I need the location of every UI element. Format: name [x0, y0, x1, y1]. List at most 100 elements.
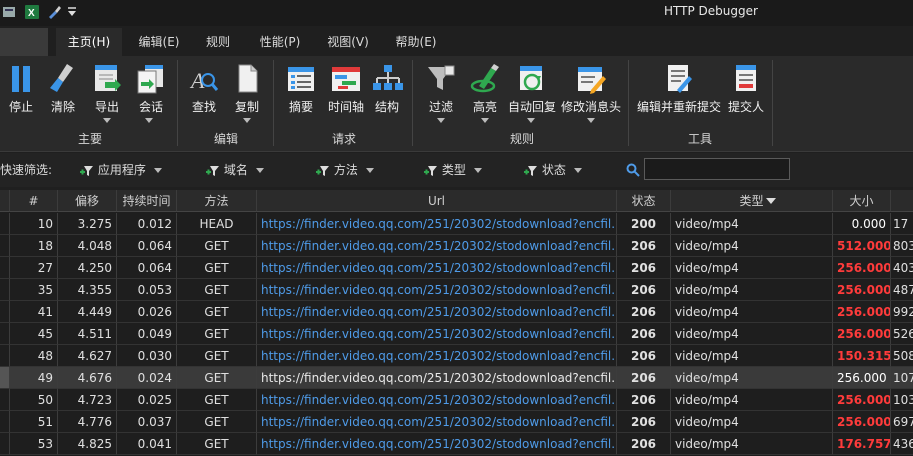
filter-method-dropdown[interactable]: 方法	[316, 161, 374, 178]
cell-method: GET	[177, 323, 257, 345]
col-header-size[interactable]: 大小	[833, 190, 891, 212]
tab-view[interactable]: 视图(V)	[320, 28, 376, 56]
highlight-icon	[470, 64, 499, 93]
ribbon: 停止 清除 导出 会话 主要 A 查找 复制 编辑 摘要 时间轴 结构 请求 过…	[0, 56, 913, 152]
modify-header-button[interactable]: 修改消息头	[560, 62, 622, 115]
filter-type-dropdown[interactable]: 类型	[424, 161, 482, 178]
row-indicator	[0, 411, 10, 433]
cell-num: 18	[10, 235, 58, 257]
copy-icon	[238, 64, 258, 93]
auto-reply-button[interactable]: 自动回复	[506, 62, 558, 115]
col-header-offset[interactable]: 偏移	[58, 190, 117, 212]
export-dropdown-icon[interactable]	[103, 118, 111, 123]
highlight-button[interactable]: 高亮	[468, 62, 502, 115]
filter-domain-label: 域名	[223, 163, 248, 177]
tab-help[interactable]: 帮助(E)	[388, 28, 444, 56]
cell-type: video/mp4	[671, 235, 833, 257]
row-indicator	[0, 323, 10, 345]
menu-left-block	[0, 28, 48, 56]
table-row[interactable]: 50 4.723 0.025 GET https://finder.video.qq.c…	[0, 389, 913, 411]
col-header-duration[interactable]: 持续时间	[117, 190, 177, 212]
row-indicator	[0, 389, 10, 411]
tab-edit[interactable]: 编辑(E)	[132, 28, 186, 56]
session-button[interactable]: 会话	[134, 62, 168, 115]
cell-url[interactable]: https://finder.video.qq.com/251/20302/st…	[257, 323, 617, 345]
col-header-status[interactable]: 状态	[617, 190, 671, 212]
cell-url[interactable]: https://finder.video.qq.com/251/20302/st…	[257, 301, 617, 323]
highlight-dropdown-icon[interactable]	[481, 118, 489, 123]
submitter-button[interactable]: 提交人	[726, 62, 766, 115]
cell-url[interactable]: https://finder.video.qq.com/251/20302/st…	[257, 345, 617, 367]
timeline-button[interactable]: 时间轴	[324, 62, 368, 115]
table-row[interactable]: 10 3.275 0.012 HEAD https://finder.video.qq.…	[0, 213, 913, 235]
cell-offset: 4.449	[58, 301, 117, 323]
auto-reply-dropdown-icon[interactable]	[527, 118, 535, 123]
auto-reply-icon	[520, 66, 542, 91]
brush-icon[interactable]	[46, 4, 62, 20]
cell-url[interactable]: https://finder.video.qq.com/251/20302/st…	[257, 433, 617, 455]
tab-performance[interactable]: 性能(P)	[250, 28, 310, 56]
group-label-tools: 工具	[687, 132, 712, 146]
cell-url[interactable]: https://finder.video.qq.com/251/20302/st…	[257, 235, 617, 257]
edit-resubmit-button[interactable]: 编辑并重新提交	[636, 62, 722, 115]
cell-method: GET	[177, 367, 257, 389]
find-icon: A	[189, 68, 219, 93]
cell-duration: 0.025	[117, 389, 177, 411]
clear-button[interactable]: 清除	[46, 62, 80, 115]
modify-header-dropdown-icon[interactable]	[587, 118, 595, 123]
col-header-type[interactable]: 类型	[671, 190, 833, 212]
table-row[interactable]: 53 4.825 0.041 GET https://finder.video.qq.c…	[0, 433, 913, 455]
col-header-num[interactable]: #	[10, 190, 58, 212]
summary-button[interactable]: 摘要	[284, 62, 318, 115]
cell-url[interactable]: https://finder.video.qq.com/251/20302/st…	[257, 389, 617, 411]
filter-domain-dropdown[interactable]: 域名	[206, 161, 264, 178]
row-indicator	[0, 279, 10, 301]
tab-rules[interactable]: 规则	[196, 28, 240, 56]
excel-icon[interactable]: X	[24, 4, 40, 20]
export-button[interactable]: 导出	[90, 62, 124, 115]
export-icon	[95, 65, 121, 91]
table-row[interactable]: 48 4.627 0.030 GET https://finder.video.qq.c…	[0, 345, 913, 367]
cell-duration: 0.049	[117, 323, 177, 345]
dropdown-icon[interactable]	[66, 6, 78, 18]
table-row[interactable]: 45 4.511 0.049 GET https://finder.video.qq.c…	[0, 323, 913, 345]
cell-duration: 0.053	[117, 279, 177, 301]
cell-offset: 4.627	[58, 345, 117, 367]
copy-dropdown-icon[interactable]	[243, 118, 251, 123]
filter-button[interactable]: 过滤	[424, 62, 458, 115]
cell-size: 256.000	[833, 367, 891, 389]
copy-button[interactable]: 复制	[230, 62, 264, 115]
session-dropdown-icon[interactable]	[145, 118, 153, 123]
table-row[interactable]: 49 4.676 0.024 GET https://finder.video.qq.c…	[0, 367, 913, 389]
cell-method: HEAD	[177, 213, 257, 235]
cell-num: 53	[10, 433, 58, 455]
stop-button[interactable]: 停止	[4, 62, 38, 115]
structure-button[interactable]: 结构	[372, 62, 403, 115]
quick-filter-label: 快速筛选:	[0, 163, 53, 177]
table-row[interactable]: 41 4.449 0.026 GET https://finder.video.qq.c…	[0, 301, 913, 323]
app-icon[interactable]	[2, 5, 16, 19]
cell-url[interactable]: https://finder.video.qq.com/251/20302/st…	[257, 367, 617, 389]
filter-status-dropdown[interactable]: 状态	[524, 161, 582, 178]
cell-duration: 0.064	[117, 257, 177, 279]
col-header-method[interactable]: 方法	[177, 190, 257, 212]
cell-url[interactable]: https://finder.video.qq.com/251/20302/st…	[257, 279, 617, 301]
table-row[interactable]: 18 4.048 0.064 GET https://finder.video.qq.c…	[0, 235, 913, 257]
filter-dropdown-icon[interactable]	[437, 118, 445, 123]
tab-home[interactable]: 主页(H)	[56, 28, 122, 56]
quick-search-input[interactable]	[644, 158, 790, 180]
cell-url[interactable]: https://finder.video.qq.com/251/20302/st…	[257, 213, 617, 235]
cell-duration: 0.041	[117, 433, 177, 455]
cell-offset: 3.275	[58, 213, 117, 235]
cell-url[interactable]: https://finder.video.qq.com/251/20302/st…	[257, 411, 617, 433]
cell-duration: 0.030	[117, 345, 177, 367]
table-row[interactable]: 27 4.250 0.064 GET https://finder.video.qq.c…	[0, 257, 913, 279]
filter-app-dropdown[interactable]: 应用程序	[80, 161, 162, 178]
cell-duration: 0.026	[117, 301, 177, 323]
cell-url[interactable]: https://finder.video.qq.com/251/20302/st…	[257, 257, 617, 279]
table-row[interactable]: 51 4.776 0.037 GET https://finder.video.qq.c…	[0, 411, 913, 433]
col-header-extra[interactable]	[891, 190, 913, 212]
table-row[interactable]: 35 4.355 0.053 GET https://finder.video.qq.c…	[0, 279, 913, 301]
col-header-url[interactable]: Url	[257, 190, 617, 212]
find-button[interactable]: A 查找	[186, 62, 222, 115]
